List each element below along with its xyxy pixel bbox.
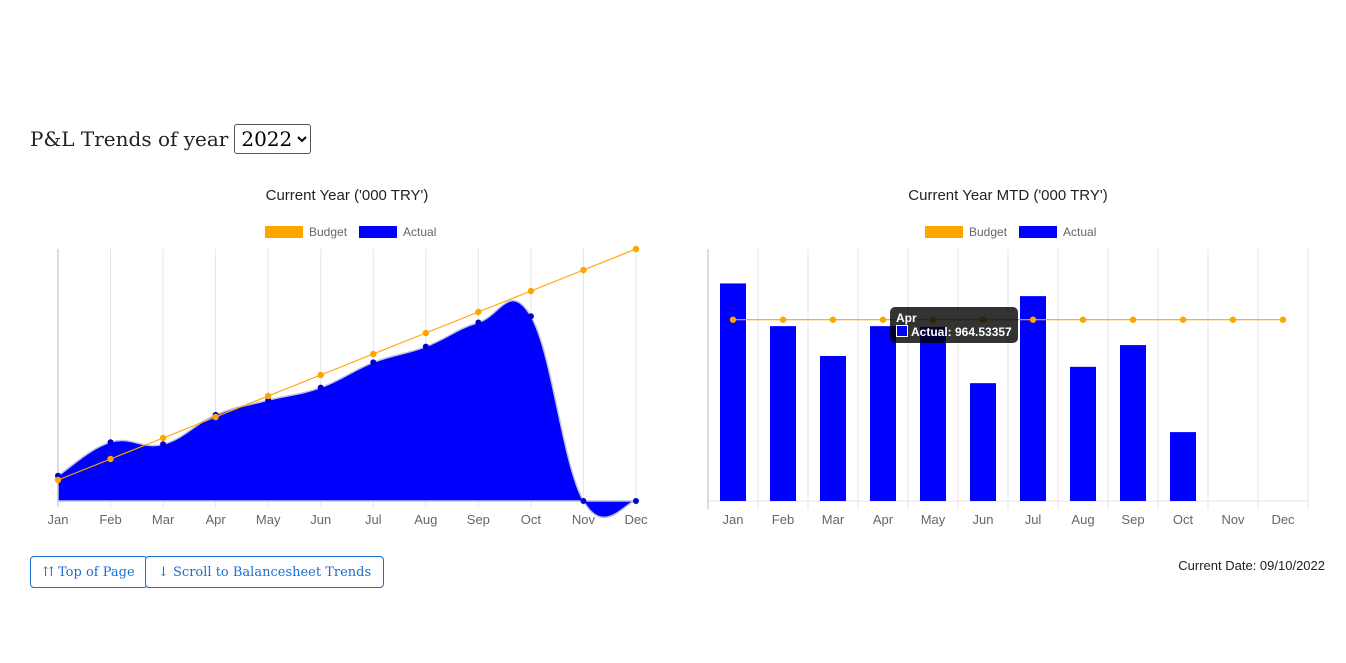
chart2-budget-point [879, 316, 887, 323]
chart1-budget-point [422, 329, 430, 337]
chart2-x-tick-label: Dec [1271, 512, 1295, 527]
chart1-x-tick-label: Dec [624, 512, 648, 527]
chart2-x-tick-label: Jul [1025, 512, 1042, 527]
chart2-x-tick-label: Jun [973, 512, 994, 527]
chart1-budget-point [475, 308, 482, 316]
chart1-budget-point [527, 287, 535, 295]
chart1-actual-area [57, 300, 637, 519]
chart2-x-tick-label: Apr [873, 512, 894, 527]
tooltip-text: Actual: 964.53357 [911, 325, 1012, 339]
scroll-balancesheet-button[interactable]: ↓ Scroll to Balancesheet Trends [145, 556, 385, 588]
chart1-actual-point [580, 498, 587, 504]
chart2-actual-bar [1120, 345, 1146, 501]
chart2-budget-point [729, 316, 737, 323]
chart2-budget-point [779, 316, 787, 323]
chart1-x-tick-label: Mar [152, 512, 175, 527]
chart1-x-tick-label: Aug [414, 512, 437, 527]
chart1-x-tick-label: May [256, 512, 281, 527]
chart2-actual-bar [770, 326, 796, 501]
chart2-x-tick-label: Feb [772, 512, 794, 527]
chart2-x-tick-label: May [921, 512, 946, 527]
chart2-budget-point [829, 316, 837, 323]
chart1-actual-point [527, 313, 534, 320]
chart2-x-tick-label: Oct [1173, 512, 1194, 527]
chart2-actual-bar [870, 326, 896, 501]
chart1-actual-point [317, 384, 324, 391]
tooltip-swatch [896, 325, 908, 337]
chart2-actual-bar [970, 383, 996, 501]
chart2-budget-point [1179, 316, 1187, 323]
chart1-budget-point [580, 266, 587, 274]
chart1-x-tick-label: Jan [48, 512, 69, 527]
chart1-actual-point [107, 439, 114, 446]
chart1-x-tick-label: Sep [467, 512, 490, 527]
chart1-actual-point [475, 319, 482, 326]
chart2-budget-point [1279, 316, 1287, 323]
chart2-actual-bar [1070, 366, 1096, 501]
chart1-budget-point [54, 476, 62, 484]
chart2-x-tick-label: Jan [723, 512, 744, 527]
chart1-x-tick-label: Oct [521, 512, 542, 527]
chart2-actual-bar [720, 283, 746, 501]
chart1-budget-point [159, 434, 167, 442]
chart2-tooltip: Apr Actual: 964.53357 [890, 307, 1018, 343]
chart2-actual-bar [920, 326, 946, 501]
chart2-budget-point [1229, 316, 1237, 323]
chart1-x-tick-label: Feb [99, 512, 121, 527]
chart1-budget-point [264, 392, 272, 400]
chart2-x-tick-label: Nov [1221, 512, 1245, 527]
chart2-x-tick-label: Sep [1121, 512, 1144, 527]
chart2-budget-point [1079, 316, 1087, 323]
chart1-actual-point [633, 498, 639, 504]
chart1-budget-point [317, 371, 324, 379]
chart1-budget-point [107, 455, 114, 463]
chart2-actual-bar [820, 355, 846, 501]
chart1-actual-point [160, 441, 167, 448]
chart1-actual-point [370, 359, 377, 366]
chart2-actual-bar [1170, 432, 1196, 501]
chart2-x-tick-label: Aug [1071, 512, 1094, 527]
chart1-budget-point [632, 245, 640, 253]
chart1-x-tick-label: Nov [572, 512, 596, 527]
chart1-x-tick-label: Jul [365, 512, 382, 527]
chart1-x-tick-label: Jun [310, 512, 331, 527]
current-date: Current Date: 09/10/2022 [1178, 558, 1325, 573]
top-of-page-button[interactable]: ⇈ Top of Page [30, 556, 148, 588]
chart1-budget-point [370, 350, 377, 358]
chart1-actual-point [422, 343, 429, 350]
chart2-actual-bar [1020, 296, 1046, 501]
chart2-x-tick-label: Mar [822, 512, 845, 527]
chart2-budget-point [1129, 316, 1137, 323]
tooltip-title: Apr [896, 311, 917, 325]
chart2-budget-point [1029, 316, 1037, 323]
chart1-budget-point [212, 413, 219, 421]
chart1-x-tick-label: Apr [206, 512, 227, 527]
